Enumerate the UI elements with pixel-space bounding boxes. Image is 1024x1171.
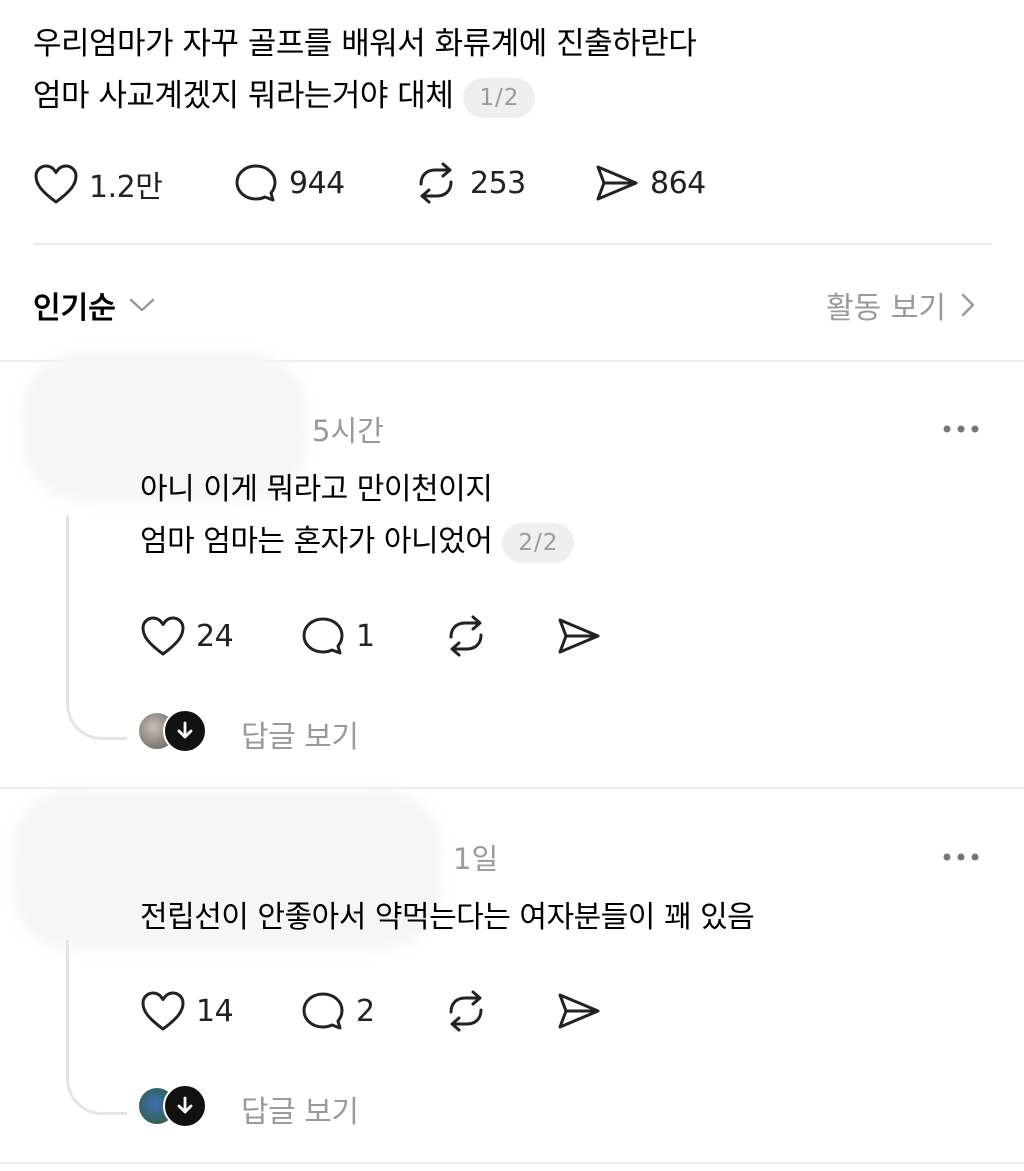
share-button[interactable]: 864 xyxy=(594,162,706,204)
comment-text-line-2-content: 엄마 엄마는 혼자가 아니었어 xyxy=(140,524,493,559)
reply-count: 1 xyxy=(356,618,375,654)
reply-count: 944 xyxy=(289,165,345,201)
chevron-down-icon xyxy=(129,298,155,312)
heart-icon xyxy=(34,164,78,204)
like-button[interactable]: 1.2만 xyxy=(33,162,163,206)
send-icon xyxy=(558,618,600,654)
divider xyxy=(33,243,992,245)
repost-arrows-icon xyxy=(419,162,453,204)
speech-bubble-icon xyxy=(302,992,344,1030)
ellipsis-icon xyxy=(943,853,979,861)
comment-text-line-1: 전립선이 안좋아서 약먹는다는 여자분들이 꽤 있음 xyxy=(140,900,755,935)
like-button[interactable]: 14 xyxy=(140,990,234,1032)
like-count: 14 xyxy=(196,993,234,1029)
post-text-line-2-content: 엄마 사교계겠지 뭐라는거야 대체 xyxy=(33,78,454,114)
like-count: 24 xyxy=(196,618,234,654)
ellipsis-icon xyxy=(943,425,979,433)
thread-line xyxy=(66,940,127,1115)
repost-button[interactable]: 253 xyxy=(412,162,526,204)
like-count: 1.2만 xyxy=(89,170,163,205)
speech-bubble-icon xyxy=(235,164,277,202)
like-button[interactable]: 24 xyxy=(140,615,234,657)
view-replies-link[interactable]: 답글 보기 xyxy=(241,1087,359,1131)
chevron-right-icon xyxy=(961,293,975,317)
view-replies-link[interactable]: 답글 보기 xyxy=(241,712,359,756)
page-indicator: 2/2 xyxy=(502,522,575,563)
post-text-line-1: 우리엄마가 자꾸 골프를 배워서 화류계에 진출하란다 xyxy=(33,26,697,62)
reply-button[interactable]: 1 xyxy=(300,615,375,657)
repost-arrows-icon xyxy=(449,990,483,1032)
thread-line xyxy=(66,515,127,740)
share-button[interactable] xyxy=(556,615,602,657)
share-button[interactable] xyxy=(556,990,602,1032)
send-icon xyxy=(596,165,638,201)
repost-button[interactable] xyxy=(442,990,490,1032)
comment-time: 5시간 xyxy=(312,414,384,448)
reply-button[interactable]: 2 xyxy=(300,990,375,1032)
activity-label: 활동 보기 xyxy=(826,291,946,326)
heart-icon xyxy=(141,616,185,656)
expand-replies-button[interactable] xyxy=(163,709,207,753)
divider xyxy=(0,787,1024,789)
expand-replies-button[interactable] xyxy=(163,1084,207,1128)
arrow-down-icon xyxy=(177,721,193,739)
divider xyxy=(0,1162,1024,1164)
repost-arrows-icon xyxy=(449,615,483,657)
sort-dropdown[interactable]: 인기순 xyxy=(33,283,156,327)
page-indicator: 1/2 xyxy=(463,77,536,118)
send-icon xyxy=(558,993,600,1029)
repost-button[interactable] xyxy=(442,615,490,657)
reply-button[interactable]: 944 xyxy=(233,162,345,204)
heart-icon xyxy=(141,991,185,1031)
reply-count: 2 xyxy=(356,993,375,1029)
comment-text-line-2: 엄마 엄마는 혼자가 아니었어 2/2 xyxy=(140,522,575,563)
arrow-down-icon xyxy=(177,1096,193,1114)
speech-bubble-icon xyxy=(302,617,344,655)
comment-time: 1일 xyxy=(453,842,499,876)
sort-label: 인기순 xyxy=(33,291,116,326)
post-text-line-2: 엄마 사교계겠지 뭐라는거야 대체 1/2 xyxy=(33,76,536,118)
repost-count: 253 xyxy=(470,165,526,201)
more-options-button[interactable] xyxy=(941,408,981,443)
comment-text-line-1: 아니 이게 뭐라고 만이천이지 xyxy=(140,472,493,507)
share-count: 864 xyxy=(650,165,706,201)
activity-link[interactable]: 활동 보기 xyxy=(826,283,978,327)
more-options-button[interactable] xyxy=(941,836,981,871)
